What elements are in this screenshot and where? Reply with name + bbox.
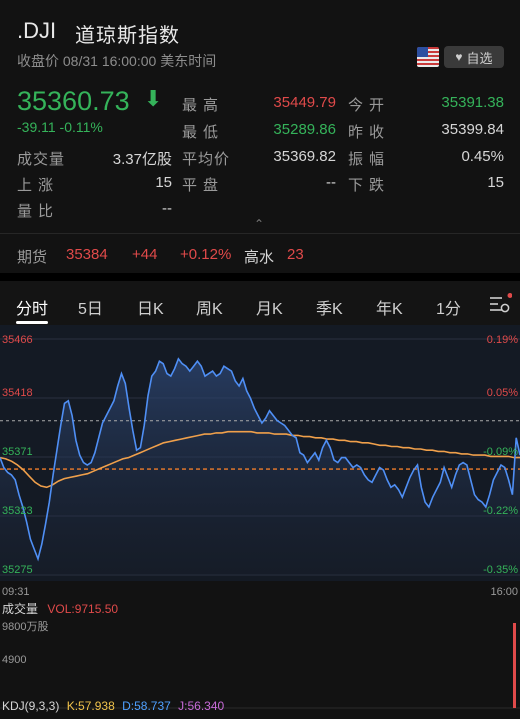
x-end-label: 16:00 — [490, 586, 518, 598]
advancers-value: 15 — [155, 174, 172, 191]
futures-change-pct: +0.12% — [180, 246, 232, 263]
tab-yearly-k[interactable]: 年K — [376, 295, 403, 319]
high-value: 35449.79 — [273, 94, 336, 111]
expand-chevron-icon[interactable]: ⌃ — [254, 217, 264, 231]
pct-tick-label: 0.05% — [487, 387, 518, 399]
pct-tick-label: -0.22% — [483, 505, 518, 517]
last-price: 35360.73 — [17, 86, 130, 116]
amplitude-label: 振幅 — [348, 151, 391, 168]
avg-price-value: 35369.82 — [273, 148, 336, 165]
amplitude-value: 0.45% — [461, 148, 504, 165]
favorite-label: 自选 — [466, 50, 493, 66]
volume-value: 3.37亿股 — [112, 151, 172, 168]
open-value: 35391.38 — [441, 94, 504, 111]
divider — [0, 233, 520, 234]
futures-label: 期货 — [17, 249, 48, 266]
index-name: 道琼斯指数 — [75, 25, 180, 47]
tab-monthly-k[interactable]: 月K — [256, 295, 283, 319]
y-tick-label: 35323 — [2, 505, 33, 517]
volume-reading: VOL:9715.50 — [47, 602, 119, 616]
kdj-indicator: KDJ(9,3,3) K:57.938 D:58.737 J:56.340 — [2, 699, 224, 713]
volume-label: 成交量 — [17, 151, 66, 168]
volume-tick-top: 9800万股 — [2, 620, 48, 633]
volume-title: 成交量 — [2, 602, 39, 616]
low-label: 最低 — [182, 124, 225, 141]
prev-close-value: 35399.84 — [441, 121, 504, 138]
low-value: 35289.86 — [273, 121, 336, 138]
price-change: -39.11 -0.11% — [17, 119, 103, 135]
down-arrow-icon: ⬇ — [144, 86, 163, 111]
unchanged-value: -- — [326, 174, 336, 191]
futures-change: +44 — [132, 246, 158, 263]
section-separator — [0, 273, 520, 281]
add-favorite-button[interactable]: ♥ 自选 — [444, 46, 504, 68]
tab-daily-k[interactable]: 日K — [137, 295, 164, 319]
heart-icon: ♥ — [455, 50, 463, 64]
volume-bar — [513, 623, 516, 708]
prev-close-label: 昨收 — [348, 124, 391, 141]
avg-price-label: 平均价 — [182, 151, 231, 168]
y-tick-label: 35275 — [2, 564, 33, 576]
high-label: 最高 — [182, 97, 225, 114]
y-tick-label: 35466 — [2, 334, 33, 346]
active-tab-indicator — [16, 321, 48, 324]
kdj-j: J:56.340 — [178, 699, 225, 713]
x-start-label: 09:31 — [2, 586, 30, 598]
kdj-label: KDJ(9,3,3) — [2, 699, 60, 713]
kdj-d: D:58.737 — [122, 699, 171, 713]
volume-ratio-value: -- — [162, 200, 172, 217]
volume-section-title: 成交量 VOL:9715.50 — [2, 600, 118, 617]
unchanged-label: 平盘 — [182, 177, 225, 194]
tab-intraday[interactable]: 分时 — [16, 295, 48, 319]
advancers-label: 上涨 — [17, 177, 60, 194]
kdj-k: K:57.938 — [66, 699, 115, 713]
futures-price: 35384 — [66, 246, 108, 263]
premium-value: 23 — [287, 246, 304, 263]
pct-tick-label: 0.19% — [487, 334, 518, 346]
volume-ratio-label: 量比 — [17, 203, 60, 220]
intraday-chart[interactable]: 35466 35418 35371 35323 35275 0.19% 0.05% -0.0… — [0, 325, 520, 719]
decliners-value: 15 — [487, 174, 504, 191]
chart-settings-icon[interactable] — [488, 293, 513, 315]
open-label: 今开 — [348, 97, 391, 114]
tab-weekly-k[interactable]: 周K — [196, 295, 223, 319]
tab-1min[interactable]: 1分 — [436, 295, 461, 319]
decliners-label: 下跌 — [348, 177, 391, 194]
volume-tick-mid: 4900 — [2, 654, 26, 666]
pct-tick-label: -0.35% — [483, 564, 518, 576]
tab-quarterly-k[interactable]: 季K — [316, 295, 343, 319]
tab-5day[interactable]: 5日 — [78, 295, 103, 319]
close-time-subtitle: 收盘价 08/31 16:00:00 美东时间 — [17, 53, 217, 69]
index-code: .DJI — [17, 18, 57, 43]
y-tick-label: 35371 — [2, 446, 33, 458]
y-tick-label: 35418 — [2, 387, 33, 399]
us-flag-icon — [417, 47, 439, 67]
premium-label: 高水 — [244, 249, 275, 266]
pct-tick-label: -0.09% — [483, 446, 518, 458]
